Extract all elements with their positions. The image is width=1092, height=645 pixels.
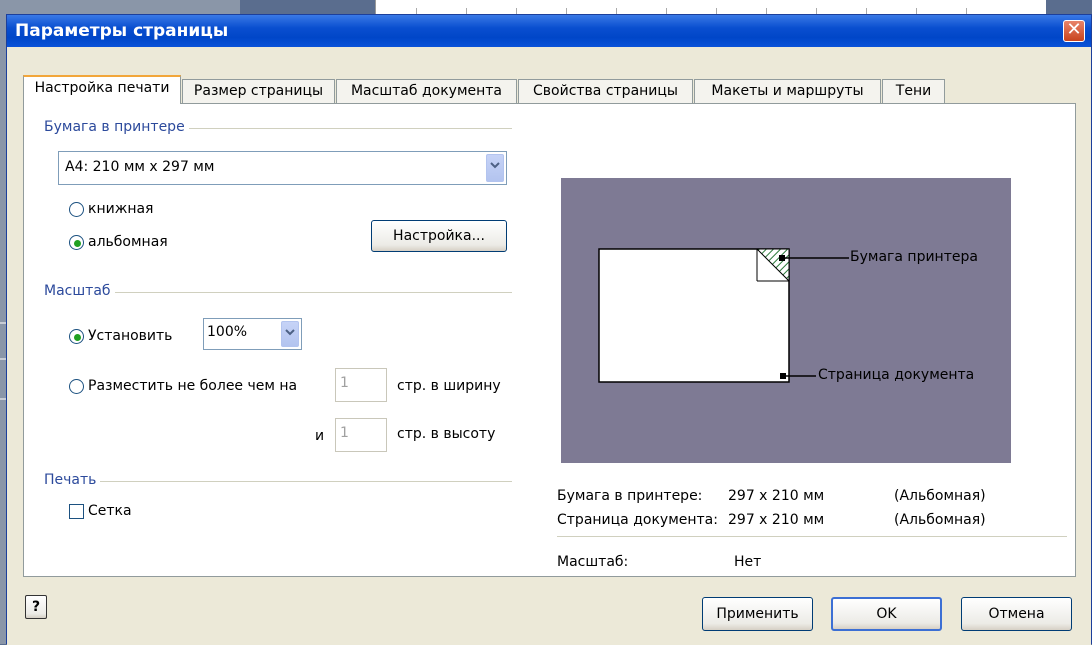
paper-size-value: A4: 210 мм x 297 мм: [65, 159, 215, 175]
scale-group-label: Масштаб: [44, 283, 115, 299]
grid-checkbox[interactable]: [69, 504, 84, 519]
printer-paper-info-value: 297 x 210 мм: [728, 488, 825, 504]
cancel-button[interactable]: Отмена: [961, 597, 1072, 631]
grid-label: Сетка: [88, 503, 132, 519]
scale-info-label: Масштаб:: [557, 554, 629, 570]
page-preview: Бумага принтера Страница документа: [561, 178, 1011, 463]
tab-shadows[interactable]: Тени: [882, 79, 945, 103]
dialog-title: Параметры страницы: [15, 21, 229, 41]
fit-to-label: Разместить не более чем на: [88, 378, 298, 394]
close-icon: ✕: [1066, 19, 1082, 40]
paper-size-select[interactable]: A4: 210 мм x 297 мм: [58, 151, 507, 185]
help-button[interactable]: ?: [25, 595, 47, 619]
document-page-shape: [598, 248, 790, 383]
dropdown-button[interactable]: [281, 321, 299, 347]
and-label: и: [315, 428, 325, 444]
fit-height-suffix: стр. в высоту: [397, 426, 496, 442]
radio-circle: [69, 202, 84, 217]
info-divider: [557, 536, 1067, 537]
scale-percent-value: 100%: [207, 324, 248, 340]
fit-height-input[interactable]: 1: [335, 418, 387, 452]
fit-width-suffix: стр. в ширину: [397, 378, 501, 394]
tab-panel-print-setup: Бумага в принтере A4: 210 мм x 297 мм кн…: [23, 103, 1076, 577]
doc-page-info-label: Страница документа:: [557, 512, 718, 528]
chevron-down-icon: [490, 162, 500, 169]
radio-circle: [69, 235, 84, 250]
printer-paper-callout: Бумага принтера: [850, 249, 978, 265]
tab-layout-routing[interactable]: Макеты и маршруты: [694, 79, 881, 103]
tab-page-properties[interactable]: Свойства страницы: [518, 79, 693, 103]
close-button[interactable]: ✕: [1063, 20, 1085, 42]
tab-print-setup[interactable]: Настройка печати: [23, 75, 181, 104]
printer-paper-info-label: Бумага в принтере:: [557, 488, 703, 504]
preview-drawing: [598, 248, 849, 383]
dropdown-button[interactable]: [486, 154, 504, 182]
scale-info-value: Нет: [734, 554, 762, 570]
tab-page-size[interactable]: Размер страницы: [182, 79, 335, 103]
fit-width-value: 1: [340, 375, 349, 391]
fit-width-input[interactable]: 1: [335, 368, 387, 402]
portrait-label: книжная: [88, 201, 154, 217]
fit-height-value: 1: [340, 425, 349, 441]
doc-page-orientation: (Альбомная): [894, 512, 986, 528]
apply-button[interactable]: Применить: [702, 597, 813, 631]
paper-group-label: Бумага в принтере: [44, 119, 189, 135]
title-bar[interactable]: Параметры страницы ✕: [7, 15, 1091, 47]
ok-button[interactable]: OK: [831, 597, 942, 631]
scale-set-label: Установить: [88, 328, 173, 344]
help-icon: ?: [31, 599, 41, 615]
page-setup-dialog: Параметры страницы ✕ Настройка печати Ра…: [6, 14, 1092, 645]
radio-selected-dot: [74, 240, 81, 247]
dialog-body: Настройка печати Размер страницы Масштаб…: [7, 47, 1091, 645]
radio-selected-dot: [74, 334, 81, 341]
tab-drawing-scale[interactable]: Масштаб документа: [336, 79, 517, 103]
printer-paper-orientation: (Альбомная): [894, 488, 986, 504]
doc-page-info-value: 297 x 210 мм: [728, 512, 825, 528]
group-divider: [44, 481, 512, 482]
print-group-label: Печать: [44, 472, 101, 488]
scale-percent-select[interactable]: 100%: [203, 318, 302, 350]
printer-setup-button[interactable]: Настройка...: [371, 220, 507, 252]
document-page-callout: Страница документа: [818, 367, 975, 383]
radio-circle: [69, 329, 84, 344]
radio-circle: [69, 379, 84, 394]
landscape-label: альбомная: [88, 234, 168, 250]
chevron-down-icon: [285, 329, 295, 336]
